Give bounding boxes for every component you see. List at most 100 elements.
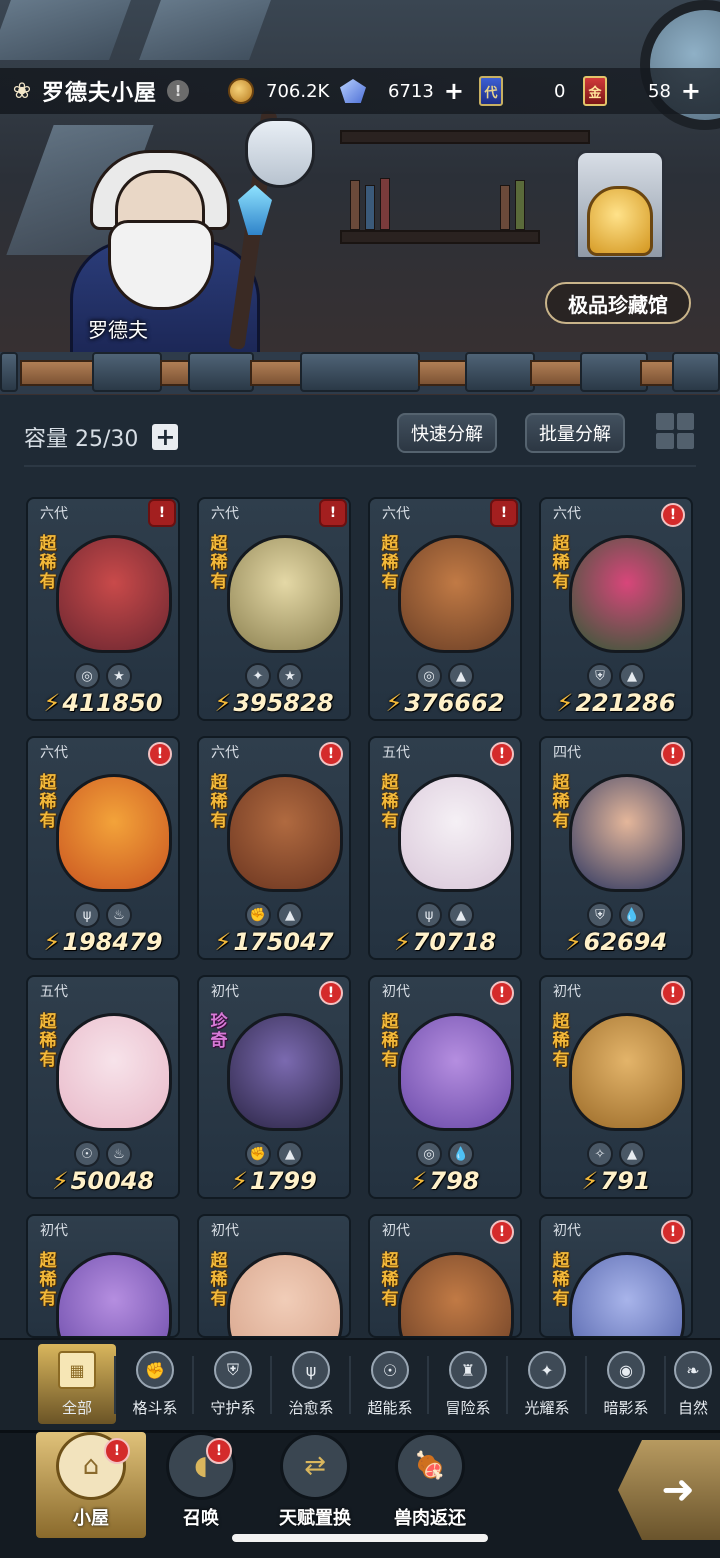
pet-power: ⚡395828	[199, 689, 349, 717]
pet-type-icon: ✊	[245, 902, 271, 928]
pet-card[interactable]: 初代 超稀有	[197, 1214, 351, 1338]
shelf	[340, 230, 540, 244]
adventure-tower-icon: ♜	[449, 1351, 487, 1389]
category-label: 守护系	[210, 1399, 256, 1417]
nav-label: 小屋	[73, 1508, 109, 1529]
category-tab[interactable]: ⛨ 守护系	[194, 1344, 272, 1424]
pet-power: ⚡798	[370, 1167, 520, 1195]
pet-card[interactable]: 四代 超稀有! ⛨ 💧 ⚡62694	[539, 736, 693, 960]
power-icon: ⚡	[581, 1167, 599, 1195]
vault-button[interactable]: 极品珍藏馆	[545, 282, 691, 324]
category-tab[interactable]: ψ 治愈系	[272, 1344, 350, 1424]
cabin-floor	[0, 352, 720, 394]
pet-rarity: 超稀有	[39, 1251, 57, 1309]
pet-card[interactable]: 初代 超稀有	[26, 1214, 180, 1338]
power-icon: ⚡	[231, 1167, 249, 1195]
pet-card[interactable]: 初代 超稀有!	[368, 1214, 522, 1338]
add-crystal-button[interactable]: +	[444, 77, 464, 105]
category-label: 光耀系	[524, 1399, 570, 1417]
page-title: 罗德夫小屋	[42, 81, 158, 106]
nav-item[interactable]: ◖ 召唤!	[146, 1432, 256, 1538]
pet-type-icon: 💧	[448, 1141, 474, 1167]
pet-rarity: 超稀有	[210, 534, 228, 592]
pet-card[interactable]: 五代 超稀有! ψ ▲ ⚡70718	[368, 736, 522, 960]
quick-decompose-button[interactable]: 快速分解	[397, 413, 497, 453]
category-tab[interactable]: ❧ 自然	[666, 1344, 720, 1424]
category-tab[interactable]: ♜ 冒险系	[429, 1344, 507, 1424]
pet-generation: 六代	[211, 506, 239, 522]
book	[500, 185, 510, 230]
pet-card[interactable]: 五代 超稀有 ☉ ♨ ⚡50048	[26, 975, 180, 1199]
power-icon: ⚡	[410, 1167, 428, 1195]
category-label: 全部	[61, 1399, 92, 1417]
pet-rarity: 超稀有	[210, 1251, 228, 1309]
pet-portrait	[398, 1013, 514, 1131]
category-tab[interactable]: ▦ 全部	[38, 1344, 116, 1424]
pet-generation: 初代	[382, 984, 410, 1000]
pet-type-icon: ⛨	[587, 902, 613, 928]
pet-type-icon: ♨	[106, 902, 132, 928]
pet-type-icon: ✦	[245, 663, 271, 689]
category-tab[interactable]: ☉ 超能系	[351, 1344, 429, 1424]
pet-card[interactable]: 六代 超稀有! ◎ ▲ ⚡376662	[368, 497, 522, 721]
healing-sprout-icon: ψ	[292, 1351, 330, 1389]
pet-portrait	[56, 1252, 172, 1336]
pet-card[interactable]: 六代 超稀有! ✊ ▲ ⚡175047	[197, 736, 351, 960]
pet-rarity: 超稀有	[39, 534, 57, 592]
alert-badge-icon: !	[319, 499, 347, 527]
alert-badge-icon: !	[661, 742, 685, 766]
home-indicator[interactable]	[232, 1534, 488, 1542]
nav-item[interactable]: 🍖 兽肉返还	[375, 1432, 485, 1538]
pet-rarity: 超稀有	[552, 773, 570, 831]
batch-decompose-button[interactable]: 批量分解	[525, 413, 625, 453]
gold-resource: 706.2K	[226, 74, 329, 108]
pet-type-icon: ▲	[619, 1141, 645, 1167]
category-label: 超能系	[367, 1399, 413, 1417]
pet-type-icons: ⛨ 💧	[541, 902, 691, 928]
pet-card[interactable]: 初代 超稀有! ◎ 💧 ⚡798	[368, 975, 522, 1199]
pet-rarity: 超稀有	[381, 773, 399, 831]
nav-item[interactable]: ⇄ 天赋置换	[260, 1432, 370, 1538]
shelf	[340, 130, 590, 144]
alert-badge-icon: !	[661, 1220, 685, 1244]
pet-rarity: 超稀有	[552, 1251, 570, 1309]
pet-generation: 五代	[382, 745, 410, 761]
talent-swap-icon: ⇄	[280, 1432, 350, 1500]
alert-badge-icon: !	[148, 742, 172, 766]
nav-item[interactable]: ⌂ 小屋!	[36, 1432, 146, 1538]
power-icon: ⚡	[385, 689, 403, 717]
alert-badge-icon: !	[661, 981, 685, 1005]
add-red-ticket-button[interactable]: +	[681, 77, 701, 105]
pet-power: ⚡175047	[199, 928, 349, 956]
info-icon[interactable]: !	[167, 80, 190, 102]
category-label: 自然	[677, 1399, 708, 1417]
radiance-star-icon: ✦	[528, 1351, 566, 1389]
vault-trophy-icon[interactable]	[565, 150, 675, 280]
pet-portrait	[398, 1252, 514, 1336]
pet-portrait	[398, 774, 514, 892]
pet-type-icon: ♨	[106, 1141, 132, 1167]
pet-power-value: 1799	[250, 1167, 317, 1195]
alert-badge-icon: !	[319, 981, 343, 1005]
category-divider	[506, 1356, 508, 1414]
expand-capacity-button[interactable]: +	[152, 423, 179, 451]
pet-card[interactable]: 六代 超稀有! ψ ♨ ⚡198479	[26, 736, 180, 960]
pet-card[interactable]: 六代 超稀有! ⛨ ▲ ⚡221286	[539, 497, 693, 721]
pet-card[interactable]: 初代 超稀有! ✧ ▲ ⚡791	[539, 975, 693, 1199]
pet-type-icon: ★	[106, 663, 132, 689]
category-tab[interactable]: ◉ 暗影系	[587, 1344, 665, 1424]
category-tab[interactable]: ✊ 格斗系	[116, 1344, 194, 1424]
pet-card[interactable]: 六代 超稀有! ✦ ★ ⚡395828	[197, 497, 351, 721]
alert-badge-icon: !	[490, 499, 518, 527]
pet-card[interactable]: 初代 珍奇! ✊ ▲ ⚡1799	[197, 975, 351, 1199]
guardian-shield-icon: ⛨	[214, 1351, 252, 1389]
pet-power: ⚡791	[541, 1167, 691, 1195]
pet-generation: 六代	[40, 506, 68, 522]
grid-view-icon[interactable]	[656, 413, 694, 449]
pet-card[interactable]: 初代 超稀有!	[539, 1214, 693, 1338]
category-label: 冒险系	[445, 1399, 491, 1417]
pet-card[interactable]: 六代 超稀有! ◎ ★ ⚡411850	[26, 497, 180, 721]
category-divider	[664, 1356, 666, 1414]
pet-generation: 四代	[553, 745, 581, 761]
category-tab[interactable]: ✦ 光耀系	[508, 1344, 586, 1424]
